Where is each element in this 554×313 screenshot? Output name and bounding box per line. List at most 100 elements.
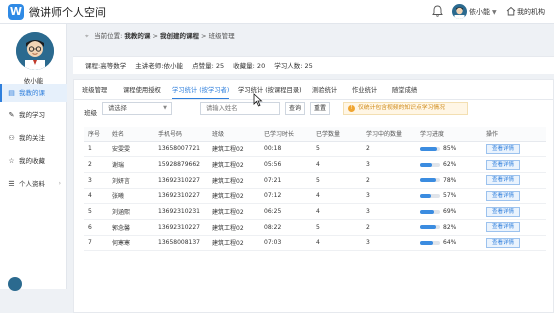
reset-button[interactable]: 重置 — [310, 102, 330, 115]
cell-action: 查看详情 — [482, 235, 546, 252]
tab-class-management[interactable]: 班级管理 — [82, 85, 107, 99]
tab-stats-by-catalog[interactable]: 学习统计 (按课程目录) — [238, 85, 302, 99]
name-search-input[interactable] — [200, 102, 280, 115]
tab-stats-by-learner[interactable]: 学习统计 (按学习者) — [172, 85, 230, 99]
cell-progress: 64% — [416, 235, 482, 252]
query-button[interactable]: 查询 — [285, 102, 305, 115]
sidebar-item-my-favorites[interactable]: ☆ 我的收藏 — [0, 152, 67, 170]
cell-name: 张曦 — [108, 188, 154, 205]
cell-phone: 13692310231 — [154, 203, 208, 220]
logo-icon: W — [8, 4, 24, 20]
view-details-button[interactable]: 查看详情 — [486, 143, 521, 154]
avatar[interactable] — [16, 32, 54, 70]
progress-bar — [420, 225, 440, 230]
table-row: 7 何寒寒 13658008137 建筑工程02 07:03 4 3 64% 查看详情 — [84, 235, 546, 252]
cell-done: 5 — [312, 141, 362, 158]
cell-time: 07:21 — [260, 172, 312, 189]
view-details-button[interactable]: 查看详情 — [486, 190, 521, 201]
cell-action: 查看详情 — [482, 172, 546, 189]
cell-learning: 3 — [362, 203, 416, 220]
app-title: 微讲师个人空间 — [29, 6, 106, 19]
column-header: 学习中的数量 — [362, 127, 416, 142]
chevron-down-icon: ▼ — [492, 9, 497, 16]
cell-progress: 78% — [416, 172, 482, 189]
cell-name: 刘涵熙 — [108, 203, 154, 220]
cell-action: 查看详情 — [482, 188, 546, 205]
table-header-row: 序号 姓名 手机号码 班级 已学习时长 已学数量 学习中的数量 学习进度 操作 — [84, 127, 546, 142]
table-row: 2 谢瑞 15928879662 建筑工程02 05:56 4 3 62% 查看详情 — [84, 156, 546, 173]
tab-class-scores[interactable]: 随堂成绩 — [392, 85, 417, 99]
breadcrumb-separator: > — [201, 32, 207, 40]
progress-bar-fill — [420, 193, 432, 198]
my-org-link[interactable]: 我的机构 — [517, 7, 545, 17]
cell-action: 查看详情 — [482, 141, 546, 158]
column-header: 班级 — [208, 127, 260, 142]
class-filter-label: 班级 — [84, 109, 97, 117]
progress-text: 82% — [443, 223, 457, 231]
cell-progress: 85% — [416, 141, 482, 158]
column-header: 手机号码 — [154, 127, 208, 142]
cell-progress: 57% — [416, 188, 482, 205]
cell-done: 4 — [312, 156, 362, 173]
sidebar-item-my-follows[interactable]: ⚇ 我的关注 — [0, 129, 67, 147]
sidebar-item-my-courses[interactable]: ▤ 我教的课 — [0, 84, 67, 102]
class-select[interactable]: 请选择 ▼ — [102, 102, 172, 115]
cell-no: 5 — [84, 203, 108, 220]
breadcrumb-my-courses[interactable]: 我教的课 — [124, 32, 150, 40]
view-details-button[interactable]: 查看详情 — [486, 175, 521, 186]
user-name: 依小能 — [469, 8, 490, 16]
cell-learning: 3 — [362, 235, 416, 252]
cell-no: 3 — [84, 172, 108, 189]
course-info-bar: 课程:高等数学 主讲老师:依小能 点赞量: 25 收藏量: 20 学习人数: 2… — [73, 56, 554, 74]
cell-action: 查看详情 — [482, 219, 546, 236]
book-icon: ▤ — [8, 89, 15, 97]
column-header: 操作 — [482, 127, 546, 142]
teacher-name: 主讲老师:依小能 — [135, 62, 183, 70]
cell-class: 建筑工程02 — [208, 235, 260, 252]
progress-bar-fill — [420, 225, 437, 230]
progress-text: 62% — [443, 161, 457, 169]
stats-panel: 班级管理 课程使用授权 学习统计 (按学习者) 学习统计 (按课程目录) 测验统… — [73, 79, 554, 313]
breadcrumb-separator: > — [152, 32, 158, 40]
breadcrumb-created-courses[interactable]: 我创建的课程 — [160, 32, 199, 40]
sidebar-item-label: 我教的课 — [19, 89, 45, 97]
cell-phone: 13658008137 — [154, 235, 208, 252]
cell-no: 1 — [84, 141, 108, 158]
home-icon[interactable] — [506, 6, 516, 16]
tab-divider — [74, 99, 554, 100]
progress-bar — [420, 146, 440, 151]
view-details-button[interactable]: 查看详情 — [486, 237, 521, 248]
cell-progress: 82% — [416, 219, 482, 236]
user-menu[interactable]: 依小能 ▼ — [469, 7, 497, 17]
sidebar: 依小能 ▤ 我教的课 ✎ 我的学习 ⚇ 我的关注 ☆ 我的收藏 ☰ 个人资料 › — [0, 24, 67, 291]
avatar[interactable] — [452, 4, 467, 19]
mouse-cursor-icon — [253, 93, 263, 107]
view-details-button[interactable]: 查看详情 — [486, 159, 521, 170]
table-row: 4 张曦 13692310227 建筑工程02 07:12 4 3 57% 查看详情 — [84, 188, 546, 205]
view-details-button[interactable]: 查看详情 — [486, 206, 521, 217]
sidebar-item-profile[interactable]: ☰ 个人资料 › — [0, 175, 67, 193]
cell-time: 08:22 — [260, 219, 312, 236]
sidebar-item-my-study[interactable]: ✎ 我的学习 — [0, 106, 67, 124]
column-header: 序号 — [84, 127, 108, 142]
cell-phone: 13692310227 — [154, 188, 208, 205]
view-details-button[interactable]: 查看详情 — [486, 222, 521, 233]
cell-progress: 69% — [416, 203, 482, 220]
progress-text: 85% — [443, 145, 457, 153]
profile-icon: ☰ — [8, 180, 15, 188]
warning-icon: ! — [348, 105, 355, 112]
progress-bar — [420, 178, 440, 183]
tab-homework-stats[interactable]: 作业统计 — [352, 85, 377, 99]
favorite-count: 收藏量: 20 — [233, 62, 266, 70]
cell-name: 谢瑞 — [108, 156, 154, 173]
cell-no: 2 — [84, 156, 108, 173]
table-row: 1 安雯雯 13658007721 建筑工程02 00:18 5 2 85% 查看详情 — [84, 141, 546, 158]
main-content: ⌖ 当前位置: 我教的课 > 我创建的课程 > 班级管理 课程:高等数学 主讲老… — [73, 24, 554, 313]
cell-action: 查看详情 — [482, 156, 546, 173]
bell-icon[interactable] — [432, 5, 443, 18]
tab-quiz-stats[interactable]: 测验统计 — [312, 85, 337, 99]
cell-no: 6 — [84, 219, 108, 236]
cell-time: 05:56 — [260, 156, 312, 173]
stats-notice: ! 仅统计包含视频的知识点学习情况 — [343, 102, 468, 115]
tab-course-authorization[interactable]: 课程使用授权 — [123, 85, 161, 99]
